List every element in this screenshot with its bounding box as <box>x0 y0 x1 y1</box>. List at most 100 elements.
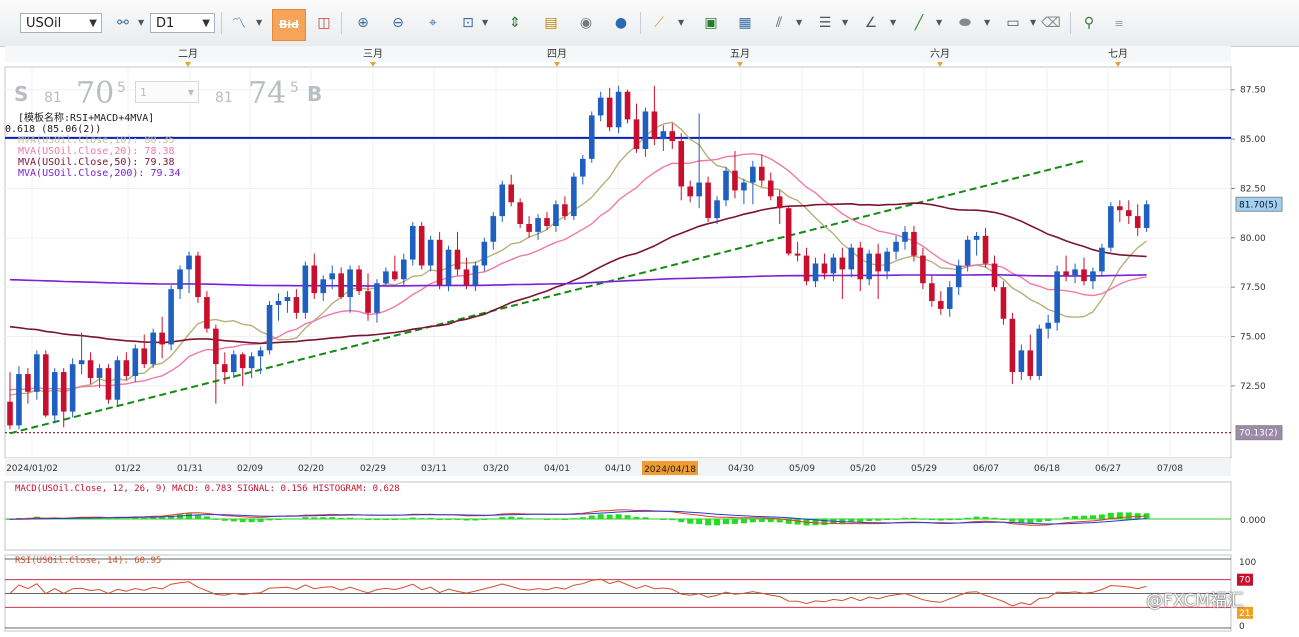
macd-histogram-bar <box>320 517 327 519</box>
candle-body <box>1018 350 1025 373</box>
macd-histogram-bar <box>1036 519 1043 523</box>
macd-histogram-bar <box>490 518 497 520</box>
macd-histogram-bar <box>302 517 309 519</box>
macd-histogram-bar <box>436 519 443 520</box>
macd-histogram-bar <box>919 518 926 520</box>
buy-price-big: 74 <box>248 76 287 111</box>
mva200-label: MVA(USOil.Close,200): 79.34 <box>18 168 181 179</box>
macd-histogram-bar <box>177 514 184 519</box>
candle-body <box>43 354 49 416</box>
candle-body <box>929 283 935 301</box>
candle-body <box>920 255 926 284</box>
macd-histogram-bar <box>561 519 568 520</box>
candle-body <box>1143 204 1150 228</box>
price-axis-label: 85.00 <box>1240 135 1266 145</box>
macd-histogram-bar <box>991 517 998 519</box>
candle-body <box>499 184 506 217</box>
macd-histogram-bar <box>517 517 524 519</box>
macd-histogram-bar <box>588 515 595 519</box>
rsi-panel <box>4 554 1232 632</box>
candle-body <box>723 170 729 201</box>
candle-body <box>955 265 962 288</box>
candle-body <box>1117 206 1123 211</box>
candle-body <box>669 131 676 142</box>
candle-body <box>311 265 318 294</box>
macd-histogram-bar <box>159 517 166 519</box>
quantity-input[interactable]: 1 ▼ <box>135 81 199 103</box>
price-axis-label: 80.00 <box>1240 234 1266 244</box>
macd-histogram-bar <box>624 515 631 519</box>
date-label: 06/07 <box>973 464 999 474</box>
macd-histogram-bar <box>714 519 721 526</box>
candle-body <box>365 291 371 313</box>
macd-histogram-bar <box>749 519 756 523</box>
sell-button[interactable]: S <box>14 82 28 106</box>
macd-histogram-bar <box>660 519 667 520</box>
rsi-axis-top: 100 <box>1239 558 1256 568</box>
price-axis-label: 82.50 <box>1240 184 1266 194</box>
candle-body <box>794 253 801 256</box>
candle-body <box>87 360 94 378</box>
candle-body <box>982 235 989 264</box>
candle-body <box>848 247 855 270</box>
candle-body <box>866 253 872 280</box>
candle-body <box>1054 271 1060 323</box>
rsi-axis-upper: 70 <box>1239 576 1251 586</box>
candle-body <box>615 91 622 128</box>
macd-histogram-bar <box>203 516 210 519</box>
candle-body <box>875 253 881 272</box>
macd-histogram-bar <box>347 517 354 519</box>
macd-histogram-bar <box>955 519 962 520</box>
macd-histogram-bar <box>1045 519 1052 522</box>
candle-body <box>392 271 398 280</box>
candle-body <box>741 182 747 191</box>
macd-histogram-bar <box>857 519 864 523</box>
candle-body <box>597 97 604 116</box>
candle-body <box>409 225 416 260</box>
candle-body <box>526 224 532 232</box>
candle-body <box>34 354 40 392</box>
trade-panel: S 81 70 5 1 ▼ 81 74 5 B <box>8 76 326 112</box>
candle-body <box>678 141 685 187</box>
macd-histogram-bar <box>481 519 488 520</box>
candle-body <box>732 170 738 191</box>
candle-body <box>239 354 246 369</box>
highlight-date-label: 2024/04/18 <box>644 465 696 475</box>
macd-histogram-bar <box>1125 512 1132 519</box>
date-label: 02/29 <box>360 464 386 474</box>
macd-histogram-bar <box>427 517 434 519</box>
macd-histogram-bar <box>463 519 470 521</box>
candle-body <box>830 257 837 274</box>
mva50-label: MVA(USOil.Close,50): 79.38 <box>18 157 175 168</box>
macd-histogram-bar <box>687 519 694 524</box>
macd-label: MACD(USOil.Close, 12, 26, 9) MACD: 0.783… <box>15 484 400 494</box>
macd-histogram-bar <box>329 517 336 519</box>
candle-body <box>1081 269 1087 282</box>
macd-histogram-bar <box>821 519 828 525</box>
macd-histogram-bar <box>365 519 371 520</box>
buy-button[interactable]: B <box>307 82 322 106</box>
candle-body <box>1009 318 1016 373</box>
macd-histogram-bar <box>1027 519 1034 524</box>
rsi-label: RSI(USOil.Close, 14): 60.95 <box>15 556 162 566</box>
candle-body <box>490 216 497 242</box>
candle-body <box>338 273 344 298</box>
candle-body <box>687 186 693 197</box>
macd-histogram-bar <box>678 519 685 523</box>
macd-histogram-bar <box>508 516 515 519</box>
macd-histogram-bar <box>705 519 712 526</box>
macd-histogram-bar <box>257 519 264 522</box>
indicator-legend: [模板名称:RSI+MACD+4MVA] 0.618 (85.06(2)) MV… <box>5 113 181 179</box>
macd-histogram-bar <box>696 519 703 525</box>
macd-histogram-bar <box>731 519 738 524</box>
candle-body <box>535 218 541 232</box>
macd-histogram-bar <box>239 519 246 523</box>
candle-body <box>1134 216 1141 228</box>
candle-body <box>1099 247 1105 272</box>
candle-body <box>105 368 112 400</box>
candle-body <box>973 235 980 240</box>
candle-body <box>69 364 76 412</box>
low-price-tag: 70.13(2) <box>1239 429 1278 439</box>
date-label: 04/10 <box>605 464 631 474</box>
candle-body <box>508 184 514 203</box>
